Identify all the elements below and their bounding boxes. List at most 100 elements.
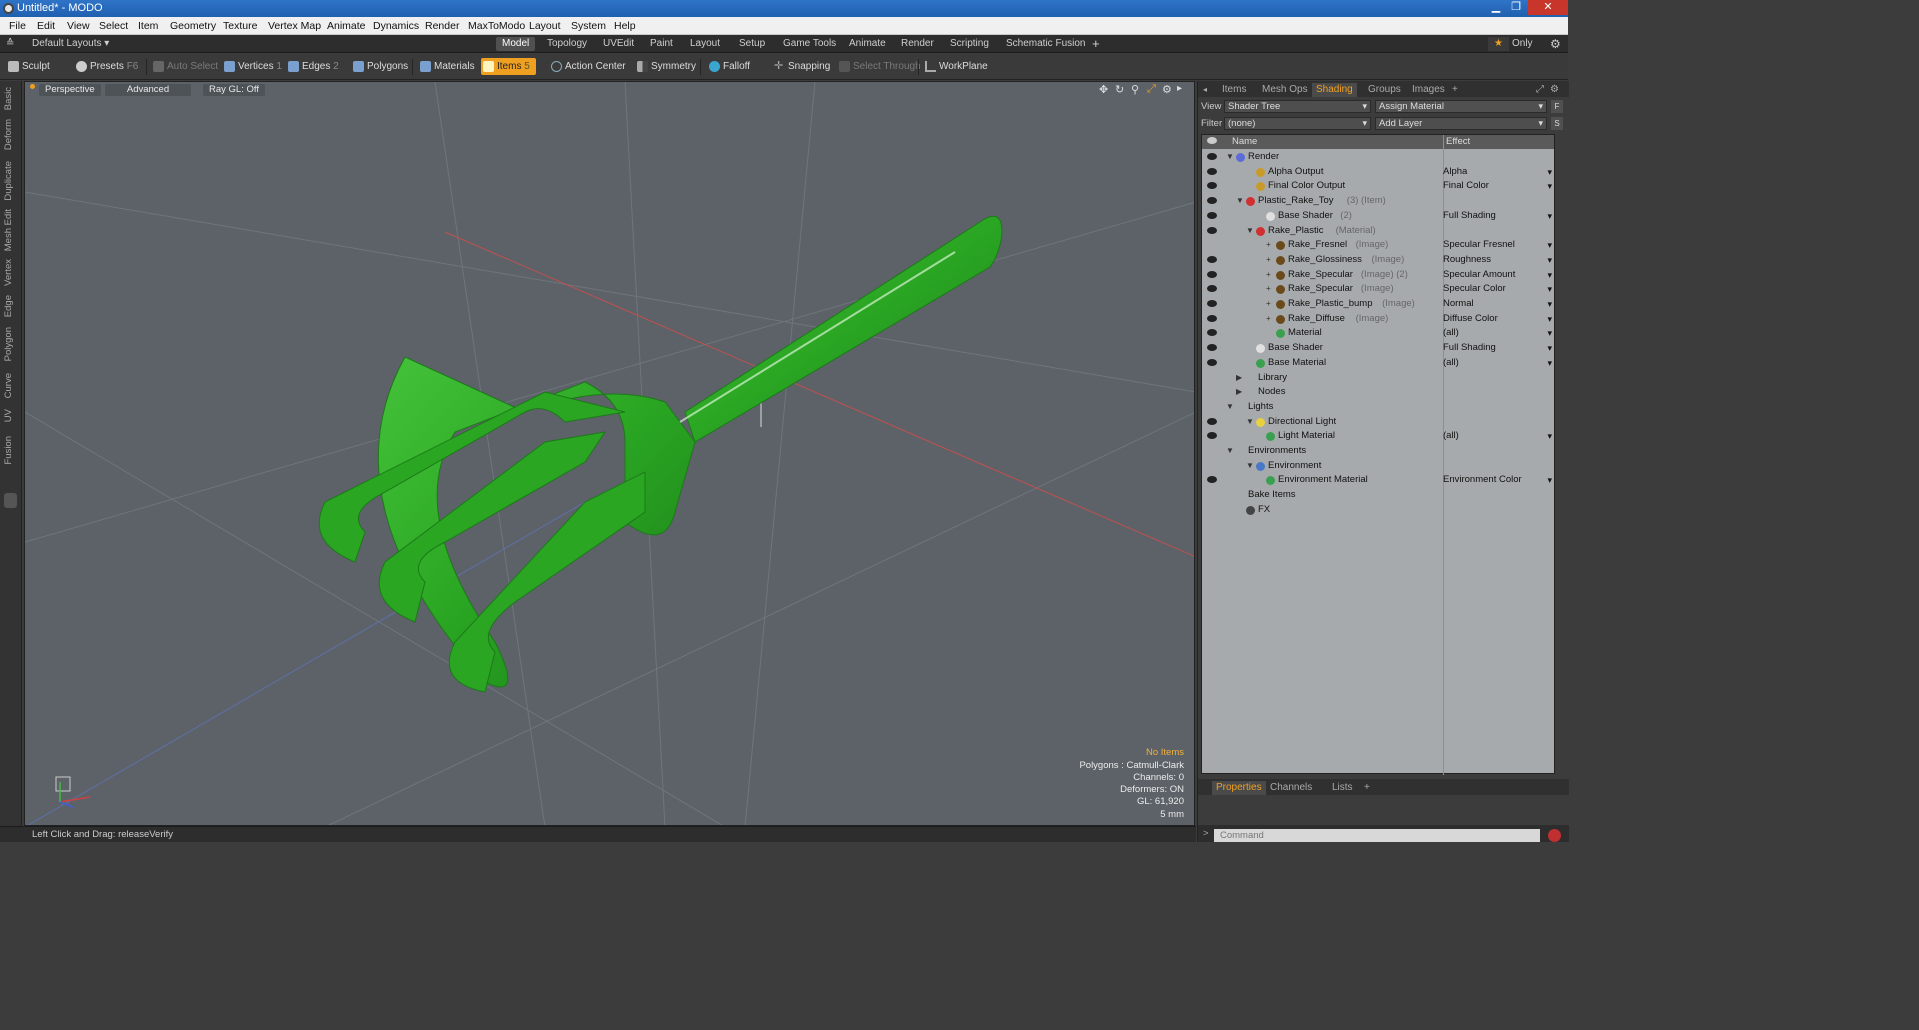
tree-row[interactable]: ▼ Environment <box>1202 459 1556 474</box>
tab-images[interactable]: Images <box>1408 83 1449 97</box>
layer-effect[interactable]: Roughness <box>1443 253 1555 268</box>
snapping-button[interactable]: ✛ Snapping <box>772 58 830 75</box>
tree-row[interactable]: + Rake_Fresnel (Image) Specular Fresnel <box>1202 238 1556 253</box>
tab-edge[interactable]: Edge <box>3 295 14 317</box>
menu-geometry[interactable]: Geometry <box>170 20 216 32</box>
expand-toggle-icon[interactable]: + <box>1266 253 1271 268</box>
menu-help[interactable]: Help <box>614 20 636 32</box>
tab-animate[interactable]: Animate <box>843 37 892 51</box>
visibility-eye-icon[interactable] <box>1207 226 1217 234</box>
tree-row[interactable]: ▼ Directional Light <box>1202 415 1556 430</box>
expand-toggle-icon[interactable]: ▼ <box>1226 150 1234 165</box>
record-icon[interactable] <box>1548 829 1561 842</box>
tree-row[interactable]: Environment Material Environment Color <box>1202 473 1556 488</box>
items-button[interactable]: Items 5 <box>481 58 536 75</box>
menu-system[interactable]: System <box>571 20 606 32</box>
visibility-eye-icon[interactable] <box>1207 300 1217 307</box>
tree-row[interactable]: ▶ Library <box>1202 371 1556 386</box>
visibility-eye-icon[interactable] <box>1207 476 1217 484</box>
tree-row[interactable]: + Rake_Glossiness (Image) Roughness <box>1202 253 1556 268</box>
tree-row[interactable]: + Rake_Plastic_bump (Image) Normal <box>1202 297 1556 312</box>
materials-button[interactable]: Materials <box>418 58 475 75</box>
filter-dropdown[interactable]: (none) <box>1224 117 1371 130</box>
tab-basic[interactable]: Basic <box>3 87 14 110</box>
close-button[interactable]: ✕ <box>1528 0 1568 15</box>
layer-effect[interactable]: (all) <box>1443 326 1555 341</box>
expand-toggle-icon[interactable]: + <box>1266 268 1271 283</box>
edges-button[interactable]: Edges 2 <box>286 58 339 75</box>
expand-toggle-icon[interactable]: ▼ <box>1236 194 1244 209</box>
tree-row[interactable]: Base Shader (2) Full Shading <box>1202 209 1556 224</box>
tab-shading[interactable]: Shading <box>1312 83 1357 97</box>
menu-dynamics[interactable]: Dynamics <box>373 20 419 32</box>
plastic-rake-model[interactable] <box>318 215 1003 693</box>
add-tab-button[interactable]: + <box>1086 37 1106 51</box>
symmetry-button[interactable]: Symmetry <box>635 58 696 75</box>
maximize-button[interactable]: ❐ <box>1506 0 1526 15</box>
menu-animate[interactable]: Animate <box>327 20 366 32</box>
layer-effect[interactable]: (all) <box>1443 356 1555 371</box>
layout-menu-icon[interactable]: ≙ <box>4 37 16 51</box>
expand-toggle-icon[interactable]: + <box>1266 238 1271 253</box>
falloff-button[interactable]: Falloff <box>707 58 750 75</box>
layer-effect[interactable]: Specular Fresnel <box>1443 238 1555 253</box>
3d-viewport[interactable]: Perspective Advanced Ray GL: Off ✥ ↻ ⚲ ⤢… <box>24 81 1195 826</box>
tab-mesh-edit[interactable]: Mesh Edit <box>3 209 14 251</box>
tab-setup[interactable]: Setup <box>733 37 771 51</box>
tree-row[interactable]: Final Color Output Final Color <box>1202 179 1556 194</box>
command-input[interactable]: Command <box>1214 829 1540 842</box>
tab-scripting[interactable]: Scripting <box>944 37 995 51</box>
visibility-eye-icon[interactable] <box>1207 270 1217 278</box>
select-through-button[interactable]: Select Through <box>837 58 921 75</box>
gear-icon[interactable]: ⚙ <box>1544 37 1567 51</box>
layer-effect[interactable]: Final Color <box>1443 179 1555 194</box>
tab-schematic-fusion[interactable]: Schematic Fusion <box>1000 37 1091 51</box>
tab-model[interactable]: Model <box>496 37 536 51</box>
tab-mesh-ops[interactable]: Mesh Ops <box>1258 83 1312 97</box>
tree-row[interactable]: FX <box>1202 503 1556 518</box>
menu-view[interactable]: View <box>67 20 90 32</box>
presets-button[interactable]: Presets F6 <box>74 58 138 75</box>
menu-vertex-map[interactable]: Vertex Map <box>268 20 321 32</box>
visibility-eye-icon[interactable] <box>1207 182 1217 190</box>
expand-toggle-icon[interactable]: ▼ <box>1246 415 1254 430</box>
visibility-eye-icon[interactable] <box>1207 417 1217 425</box>
panel-gear-icon[interactable]: ⚙ <box>1546 83 1563 97</box>
add-layer-shortcut-s[interactable]: S <box>1551 117 1563 130</box>
assign-shortcut-f[interactable]: F <box>1551 100 1563 113</box>
visibility-eye-icon[interactable] <box>1207 432 1217 440</box>
tree-row[interactable]: Alpha Output Alpha <box>1202 165 1556 180</box>
tab-layout[interactable]: Layout <box>684 37 726 51</box>
tab-properties[interactable]: Properties <box>1212 781 1266 795</box>
menu-maxtomodo[interactable]: MaxToModo <box>468 20 525 32</box>
expand-arrow-icon[interactable]: ▸ <box>1177 83 1182 94</box>
expand-toggle-icon[interactable]: ▶ <box>1236 371 1242 386</box>
layer-effect[interactable]: Specular Color <box>1443 282 1555 297</box>
visibility-eye-icon[interactable] <box>1207 285 1217 293</box>
viewport-settings-icon[interactable]: ⚙ <box>1162 83 1172 96</box>
add-layer-dropdown[interactable]: Add Layer <box>1375 117 1547 130</box>
advanced-dropdown[interactable]: Advanced <box>105 84 191 96</box>
view-dropdown[interactable]: Shader Tree <box>1224 100 1371 113</box>
expand-toggle-icon[interactable]: + <box>1266 312 1271 327</box>
only-toggle[interactable]: Only <box>1506 37 1539 51</box>
menu-render[interactable]: Render <box>425 20 459 32</box>
visibility-eye-icon[interactable] <box>1207 344 1217 352</box>
expand-toggle-icon[interactable]: + <box>1266 282 1271 297</box>
auto-select-button[interactable]: Auto Select <box>151 58 218 75</box>
tree-row[interactable]: ▶ Nodes <box>1202 385 1556 400</box>
tree-row[interactable]: Bake Items <box>1202 488 1556 503</box>
tree-row[interactable]: Light Material (all) <box>1202 429 1556 444</box>
polygons-button[interactable]: Polygons <box>351 58 408 75</box>
layer-effect[interactable]: Diffuse Color <box>1443 312 1555 327</box>
tab-duplicate[interactable]: Duplicate <box>3 161 14 201</box>
visibility-eye-icon[interactable] <box>1207 314 1217 322</box>
viewport-menu-icon[interactable] <box>30 84 35 89</box>
tab-curve[interactable]: Curve <box>3 373 14 398</box>
tab-lists[interactable]: Lists <box>1328 781 1357 795</box>
tree-row[interactable]: ▼ Lights <box>1202 400 1556 415</box>
expand-toggle-icon[interactable]: ▼ <box>1246 224 1254 239</box>
menu-select[interactable]: Select <box>99 20 128 32</box>
zoom-icon[interactable]: ⚲ <box>1131 83 1139 96</box>
layer-effect[interactable]: Environment Color <box>1443 473 1555 488</box>
